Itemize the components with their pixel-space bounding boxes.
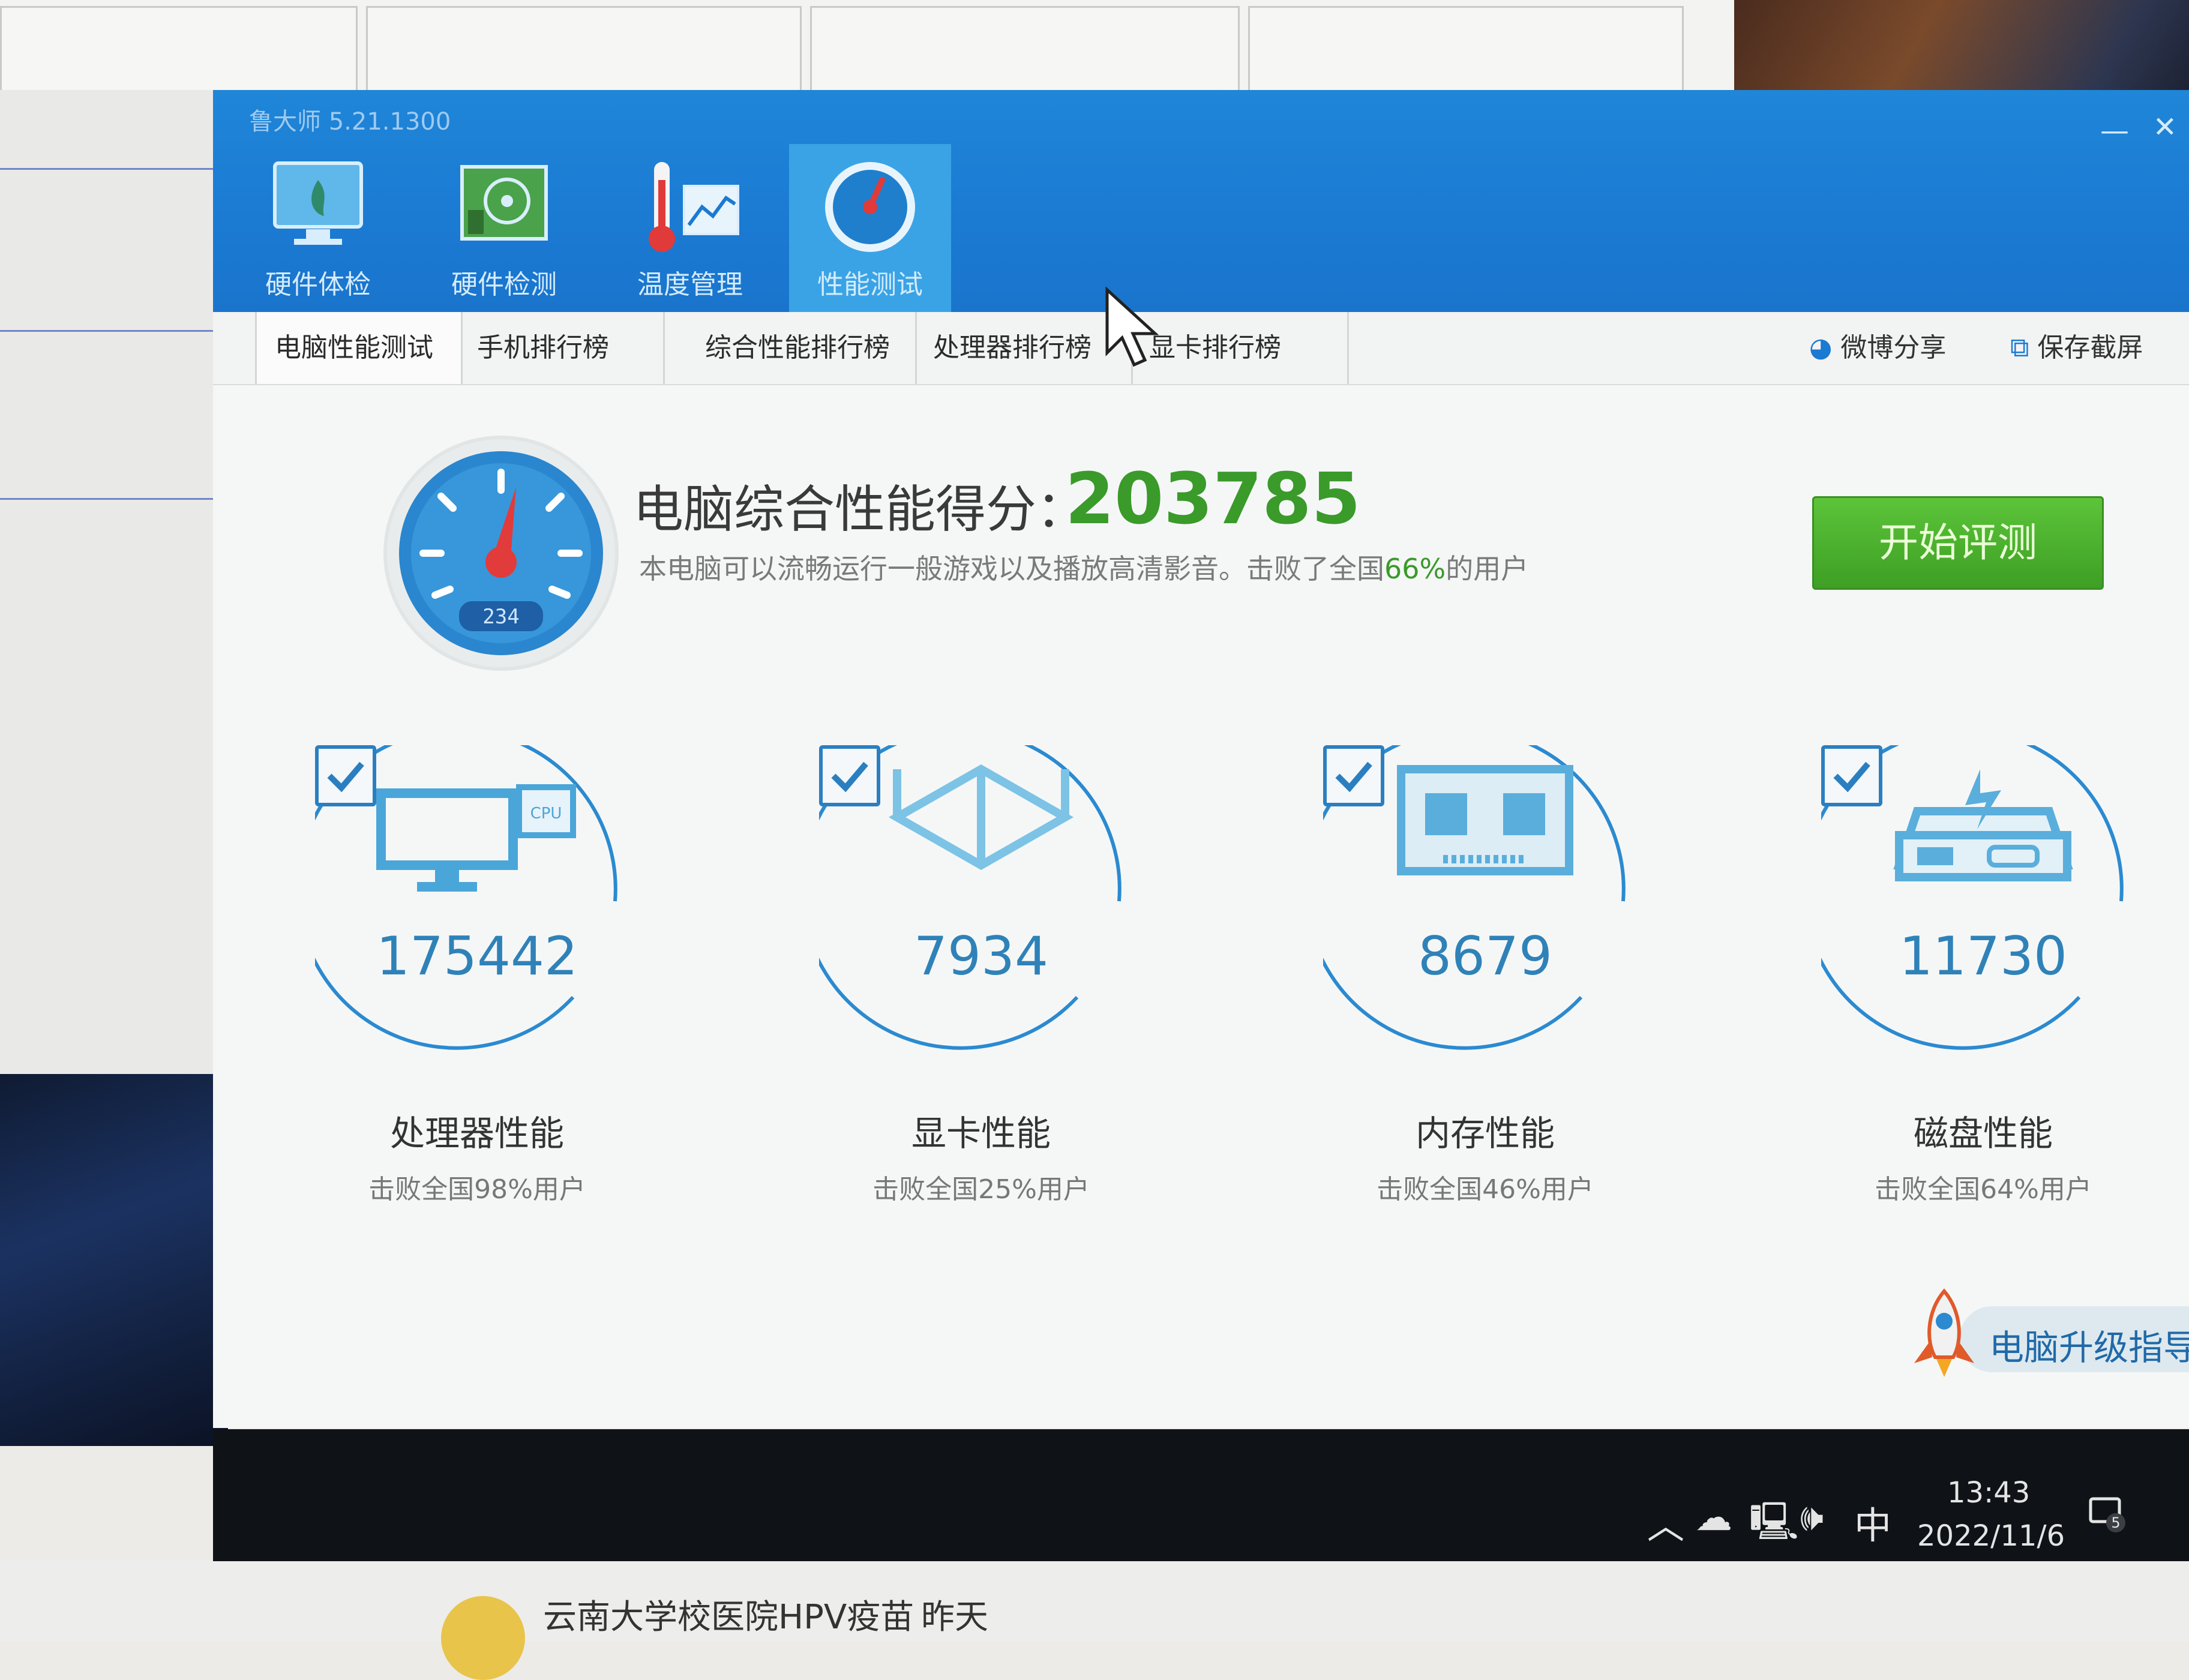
checkmark-icon bbox=[1821, 745, 1882, 806]
background-line bbox=[0, 168, 228, 170]
overall-score: 203785 bbox=[1065, 457, 1361, 540]
metric-name: 显卡性能 bbox=[911, 1113, 1051, 1154]
clock-date[interactable]: 2022/11/6 bbox=[1917, 1519, 2065, 1553]
checkmark-icon bbox=[1323, 745, 1384, 806]
nav-tab-label: 性能测试 bbox=[817, 269, 923, 300]
thermometer-icon bbox=[649, 162, 739, 252]
background-line bbox=[0, 330, 228, 332]
upgrade-guide-label: 电脑升级指导 bbox=[1989, 1327, 2189, 1368]
close-button[interactable]: ✕ bbox=[2153, 110, 2177, 144]
upgrade-guide-button[interactable]: 电脑升级指导 bbox=[1887, 1288, 2189, 1378]
clock-time[interactable]: 13:43 bbox=[1947, 1476, 2030, 1510]
network-icon[interactable]: 🖳 bbox=[1749, 1495, 1799, 1558]
weibo-share-label: 微博分享 bbox=[1840, 332, 1947, 363]
ime-indicator[interactable]: 中 bbox=[1854, 1495, 1891, 1549]
background-cell bbox=[1248, 6, 1684, 100]
notification-count: 5 bbox=[2111, 1514, 2120, 1531]
hospital-logo-icon bbox=[441, 1596, 525, 1680]
score-desc-percent: 66% bbox=[1384, 553, 1446, 585]
disk-score: 11730 bbox=[1899, 925, 2067, 987]
title-bar: 鲁大师 5.21.1300 — ✕ 硬件体检 硬件检测 温度管理 性能测试 bbox=[213, 90, 2189, 312]
save-screenshot-label: 保存截屏 bbox=[2037, 332, 2143, 363]
app-title: 鲁大师 5.21.1300 bbox=[249, 108, 451, 136]
score-desc-suffix: 的用户 bbox=[1446, 553, 1529, 585]
checkmark-icon bbox=[315, 745, 376, 806]
volume-icon[interactable]: 🕪 bbox=[1800, 1495, 1824, 1540]
minimize-button[interactable]: — bbox=[2100, 114, 2129, 148]
memory-score: 8679 bbox=[1418, 925, 1552, 987]
metric-cpu: CPU 175442 处理器性能 击败全国98%用户 bbox=[309, 745, 645, 1206]
nav-tab-hardware-detect[interactable]: 硬件检测 bbox=[423, 144, 585, 312]
weibo-icon: ◕ bbox=[1809, 332, 1833, 363]
chevron-up-icon[interactable]: ︿ bbox=[1647, 1495, 1684, 1549]
speedometer-icon: 234 bbox=[399, 451, 603, 655]
score-description: 本电脑可以流畅运行一般游戏以及播放高清影音。击败了全国66%的用户 bbox=[639, 547, 1528, 587]
save-screenshot-button[interactable]: ⧉ 保存截屏 bbox=[2010, 312, 2143, 384]
tab-overall-ranking[interactable]: 综合性能排行榜 bbox=[687, 312, 917, 384]
metric-gpu: 7934 显卡性能 击败全国25%用户 bbox=[813, 745, 1149, 1206]
metric-ring: CPU 175442 bbox=[315, 745, 639, 1069]
background-notification-title[interactable]: 云南大学校医院HPV疫苗 bbox=[543, 1590, 914, 1639]
metric-ring: 7934 bbox=[819, 745, 1143, 1069]
nav-tab-label: 硬件检测 bbox=[451, 269, 557, 300]
metric-rank: 击败全国64%用户 bbox=[1875, 1174, 2092, 1205]
metric-rank: 击败全国46%用户 bbox=[1377, 1174, 1594, 1205]
gpu-score: 7934 bbox=[914, 925, 1048, 987]
score-desc-prefix: 本电脑可以流畅运行一般游戏以及播放高清影音。击败了全国 bbox=[639, 553, 1384, 585]
score-label: 电脑综合性能得分： bbox=[633, 480, 1087, 539]
metric-name: 磁盘性能 bbox=[1913, 1113, 2053, 1154]
weibo-share-button[interactable]: ◕ 微博分享 bbox=[1809, 312, 1946, 384]
background-notification-list bbox=[0, 1560, 2189, 1642]
tab-pc-performance-test[interactable]: 电脑性能测试 bbox=[255, 312, 463, 384]
metric-memory: 8679 内存性能 击败全国46%用户 bbox=[1317, 745, 1653, 1206]
metric-name: 内存性能 bbox=[1415, 1113, 1555, 1154]
background-wallpaper bbox=[0, 1074, 228, 1446]
background-cell bbox=[810, 6, 1240, 100]
score-gauge: 234 bbox=[387, 439, 615, 667]
metric-name: 处理器性能 bbox=[389, 1113, 564, 1154]
tab-phone-ranking[interactable]: 手机排行榜 bbox=[459, 312, 665, 384]
nav-tab-hardware-checkup[interactable]: 硬件体检 bbox=[237, 144, 399, 312]
metric-rank: 击败全国25%用户 bbox=[872, 1174, 1090, 1205]
metric-ring: 8679 bbox=[1323, 745, 1647, 1069]
camera-icon: ⧉ bbox=[2010, 332, 2029, 363]
ludashi-window: 鲁大师 5.21.1300 — ✕ 硬件体检 硬件检测 温度管理 性能测试 电脑… bbox=[213, 90, 2189, 1498]
sub-tab-bar: 电脑性能测试 手机排行榜 综合性能排行榜 处理器排行榜 显卡排行榜 ◕ 微博分享… bbox=[213, 312, 2189, 385]
nav-tab-label: 温度管理 bbox=[637, 269, 743, 300]
monitor-icon bbox=[273, 161, 363, 245]
rocket-icon bbox=[1914, 1288, 1974, 1377]
speedometer-icon bbox=[825, 162, 915, 252]
metric-disk: 11730 磁盘性能 击败全国64%用户 bbox=[1815, 745, 2151, 1206]
tab-cpu-ranking[interactable]: 处理器排行榜 bbox=[915, 312, 1133, 384]
performance-panel: 234 电脑综合性能得分： 203785 本电脑可以流畅运行一般游戏以及播放高清… bbox=[213, 385, 2189, 1498]
metric-ring: 11730 bbox=[1821, 745, 2145, 1069]
checkmark-icon bbox=[819, 745, 880, 806]
metric-rank: 击败全国98%用户 bbox=[368, 1174, 586, 1205]
notification-center-button[interactable]: 5 bbox=[2088, 1495, 2127, 1534]
nav-tab-label: 硬件体检 bbox=[265, 269, 371, 300]
background-cell bbox=[0, 6, 358, 100]
nav-tab-performance-test[interactable]: 性能测试 bbox=[789, 144, 951, 312]
cpu-score: 175442 bbox=[376, 925, 578, 987]
background-window bbox=[0, 90, 230, 1074]
nav-tab-temperature[interactable]: 温度管理 bbox=[609, 144, 771, 312]
cloud-icon[interactable]: ☁ bbox=[1695, 1495, 1732, 1539]
background-cell bbox=[366, 6, 802, 100]
mouse-cursor-icon bbox=[1105, 287, 1159, 367]
motherboard-icon bbox=[460, 165, 548, 241]
gauge-reading: 234 bbox=[482, 605, 519, 629]
start-benchmark-button[interactable]: 开始评测 bbox=[1812, 496, 2104, 590]
windows-taskbar: ︿ ☁ 🖳 🕪 中 13:43 2022/11/6 5 bbox=[213, 1429, 2189, 1561]
svg-text:CPU: CPU bbox=[530, 805, 562, 823]
notification-icon: 5 bbox=[2089, 1497, 2125, 1532]
background-line bbox=[0, 498, 228, 500]
background-notification-time: 昨天 bbox=[921, 1598, 988, 1637]
